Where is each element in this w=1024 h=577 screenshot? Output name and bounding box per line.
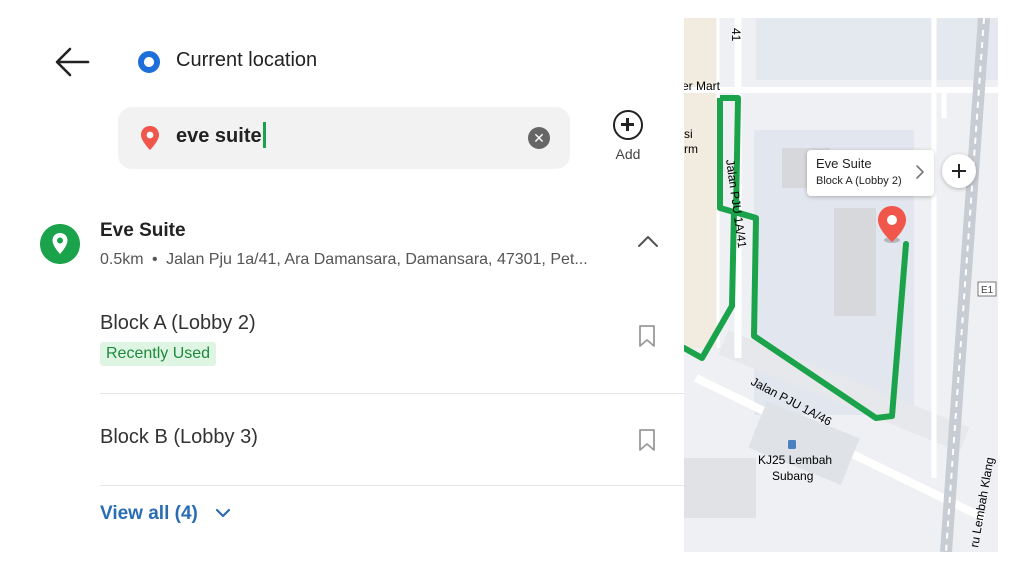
bookmark-icon[interactable]: [638, 428, 656, 452]
callout-subtitle: Block A (Lobby 2): [816, 175, 902, 187]
recently-used-badge: Recently Used: [100, 342, 217, 366]
list-divider: [100, 485, 684, 486]
map-callout[interactable]: Eve Suite Block A (Lobby 2): [807, 150, 934, 196]
entrance-name: Block B (Lobby 3): [100, 426, 258, 448]
bookmark-icon[interactable]: [638, 324, 656, 348]
entrance-name: Block A (Lobby 2): [100, 312, 256, 334]
place-distance: 0.5km: [100, 251, 144, 268]
add-stop-label: Add: [615, 146, 641, 162]
place-pin-icon: [40, 224, 80, 264]
chevron-right-icon: [916, 165, 924, 179]
add-stop-button[interactable]: Add: [608, 110, 648, 162]
entrance-option-block-a[interactable]: Block A (Lobby 2) Recently Used: [0, 300, 684, 392]
clear-search-icon[interactable]: ✕: [528, 127, 550, 149]
map-building-block: [834, 208, 876, 316]
destination-pin-icon: [141, 126, 159, 150]
callout-title: Eve Suite: [816, 156, 872, 171]
train-station-icon: [788, 440, 796, 449]
map-building-block: [684, 458, 756, 518]
map-building-block: [756, 18, 998, 80]
current-location-label[interactable]: Current location: [176, 49, 317, 72]
chevron-down-icon[interactable]: [214, 506, 232, 520]
place-details: 0.5km • Jalan Pju 1a/41, Ara Damansara, …: [100, 251, 588, 269]
map-label-mart: er Mart: [684, 79, 721, 93]
entrance-option-block-b[interactable]: Block B (Lobby 3): [0, 394, 684, 484]
add-circle-icon: [613, 110, 643, 140]
text-cursor: [262, 121, 266, 148]
map-building-block: [684, 18, 718, 348]
map-view[interactable]: 41 er Mart si rm Jalan PJU 1A/41 Jalan P…: [684, 18, 998, 552]
back-arrow-icon[interactable]: [52, 44, 92, 80]
highway-shield-label: E1: [981, 285, 994, 296]
map-label-rm: rm: [684, 142, 698, 156]
destination-search-input[interactable]: eve suite: [176, 121, 266, 148]
map-label-station-2: Subang: [772, 469, 813, 483]
view-all-entrances-link[interactable]: View all (4): [100, 503, 198, 525]
map-label-station: KJ25 Lembah: [758, 453, 832, 467]
place-address: Jalan Pju 1a/41, Ara Damansara, Damansar…: [166, 251, 588, 268]
map-add-icon[interactable]: [942, 154, 976, 188]
separator-dot: •: [152, 251, 158, 268]
current-location-icon: [138, 51, 160, 73]
map-label-si: si: [684, 127, 693, 141]
place-title[interactable]: Eve Suite: [100, 220, 186, 242]
collapse-chevron-icon[interactable]: [636, 232, 660, 250]
map-label-road: 41: [729, 28, 743, 42]
